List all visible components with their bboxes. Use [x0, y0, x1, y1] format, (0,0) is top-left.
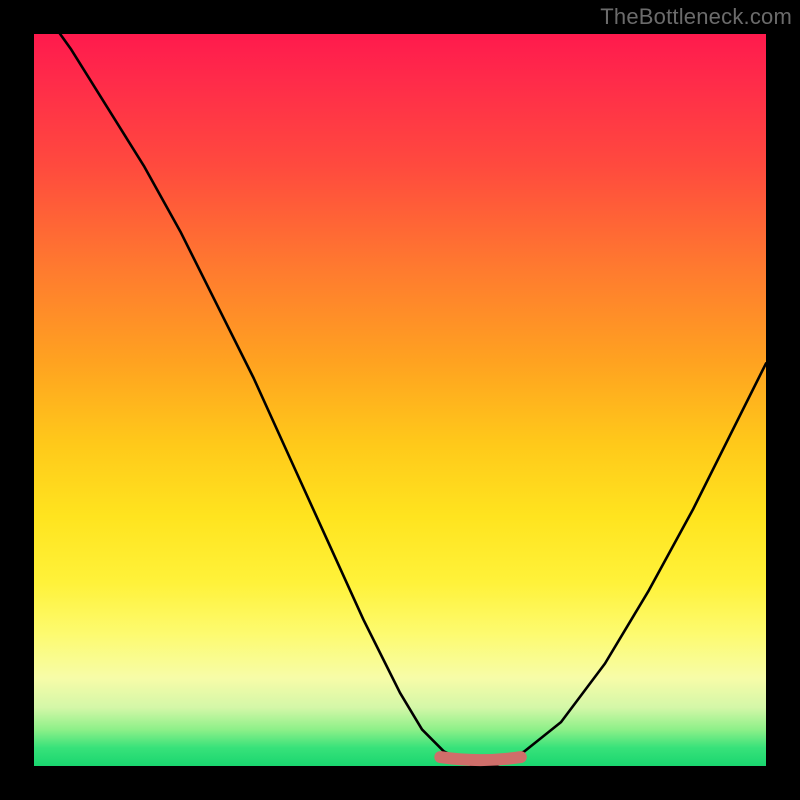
curve-svg [34, 34, 766, 766]
watermark-text: TheBottleneck.com [600, 4, 792, 30]
flat-segment [440, 757, 521, 760]
bottleneck-curve [34, 0, 766, 766]
chart-frame: TheBottleneck.com [0, 0, 800, 800]
plot-area [34, 34, 766, 766]
